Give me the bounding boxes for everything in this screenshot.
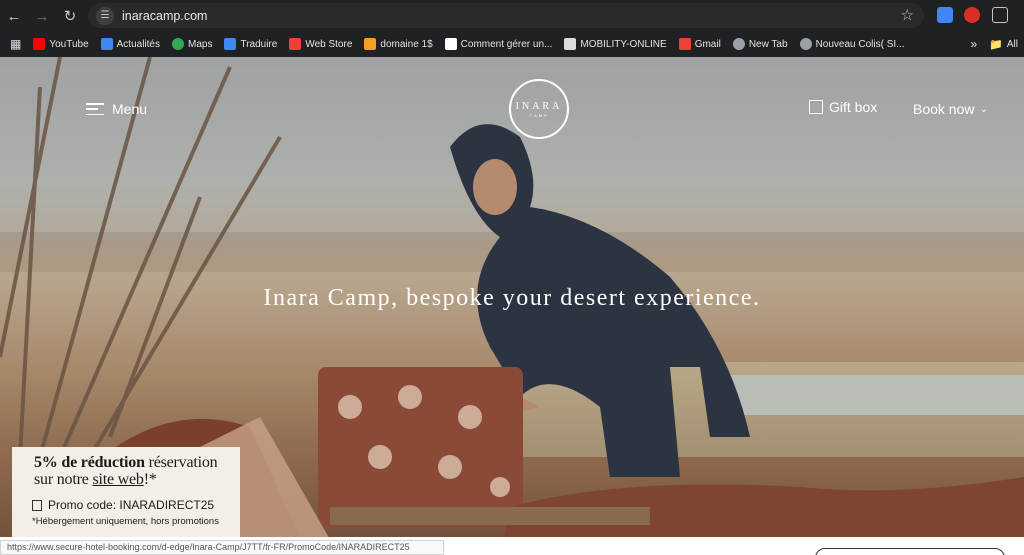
address-bar[interactable]: ☰ inaracamp.com ☆ bbox=[88, 3, 924, 28]
bookmark-star-icon[interactable]: ☆ bbox=[901, 6, 914, 24]
gift-box-label: Gift box bbox=[829, 99, 878, 115]
book-now-dropdown[interactable]: Book now ⌄ bbox=[913, 101, 988, 117]
bookmark-mobility-online[interactable]: MOBILITY-ONLINE bbox=[558, 38, 672, 50]
gmail-icon bbox=[678, 38, 691, 50]
bookmark-new-tab[interactable]: New Tab bbox=[727, 38, 794, 50]
promo-note: *Hébergement uniquement, hors promotions bbox=[32, 516, 219, 527]
logo-subtext: CAMP bbox=[529, 112, 549, 118]
gift-icon bbox=[809, 100, 823, 114]
promo-text-3: !* bbox=[143, 471, 157, 488]
bookmark-comment-gerer[interactable]: Comment gérer un... bbox=[439, 38, 559, 50]
notion-icon bbox=[444, 38, 457, 50]
site-info-icon[interactable]: ☰ bbox=[96, 6, 114, 25]
bookmark-youtube[interactable]: YouTube bbox=[27, 38, 94, 50]
partial-button[interactable] bbox=[815, 548, 1005, 555]
hero-headline: Inara Camp, bespoke your desert experien… bbox=[263, 285, 761, 311]
promo-code: Promo code: INARADIRECT25 bbox=[48, 498, 215, 512]
promo-title: 5% de réduction réservation sur notre si… bbox=[34, 454, 240, 488]
bookmark-gmail[interactable]: Gmail bbox=[673, 38, 727, 50]
hero-section: Menu INARA CAMP Gift box Book now ⌄ Inar… bbox=[0, 57, 1024, 555]
globe-icon bbox=[799, 38, 812, 50]
bookmarks-bar: ▦ YouTube Actualités Maps Traduire Web S… bbox=[0, 32, 1024, 56]
promo-text-2: sur notre bbox=[34, 471, 93, 488]
news-icon bbox=[100, 38, 113, 50]
copy-icon[interactable] bbox=[32, 499, 42, 511]
extension-icon[interactable] bbox=[964, 7, 980, 23]
bookmark-maps[interactable]: Maps bbox=[166, 38, 218, 50]
chevron-down-icon: ⌄ bbox=[979, 103, 988, 115]
promo-discount: 5% de réduction bbox=[34, 454, 145, 471]
bookmark-actualites[interactable]: Actualités bbox=[95, 38, 166, 50]
inara-logo[interactable]: INARA CAMP bbox=[509, 79, 569, 139]
url-text[interactable]: inaracamp.com bbox=[122, 9, 207, 23]
hamburger-icon bbox=[86, 103, 104, 115]
bookmark-domaine[interactable]: domaine 1$ bbox=[358, 38, 438, 50]
promo-code-row: Promo code: INARADIRECT25 bbox=[32, 498, 240, 512]
back-icon[interactable]: ← bbox=[0, 2, 28, 30]
domaine-icon bbox=[364, 38, 377, 50]
all-bookmarks-folder[interactable]: 📁 All bbox=[983, 38, 1024, 51]
maps-icon bbox=[172, 38, 184, 50]
apps-icon[interactable]: ▦ bbox=[0, 37, 27, 51]
translate-extension-icon[interactable] bbox=[937, 7, 953, 23]
promo-text-1: réservation bbox=[144, 454, 218, 471]
youtube-icon bbox=[33, 38, 46, 50]
bookmark-nouveau-colis[interactable]: Nouveau Colis( SI... bbox=[794, 38, 911, 50]
translate-icon bbox=[224, 38, 237, 50]
folder-icon: 📁 bbox=[989, 38, 1003, 51]
book-now-label: Book now bbox=[913, 101, 975, 117]
bookmark-web-store[interactable]: Web Store bbox=[283, 38, 358, 50]
browser-toolbar: ← → ↻ ☰ inaracamp.com ☆ bbox=[0, 0, 1024, 32]
menu-label: Menu bbox=[112, 101, 148, 117]
menu-button[interactable]: Menu bbox=[86, 101, 147, 117]
gift-box-link[interactable]: Gift box bbox=[809, 99, 877, 115]
promo-banner[interactable]: 5% de réduction réservation sur notre si… bbox=[12, 447, 240, 539]
page-icon bbox=[564, 38, 577, 50]
forward-icon[interactable]: → bbox=[28, 2, 56, 30]
status-bar-url: https://www.secure-hotel-booking.com/d-e… bbox=[0, 540, 444, 555]
logo-text: INARA bbox=[515, 100, 563, 112]
more-bookmarks-button[interactable]: » bbox=[964, 37, 983, 51]
bookmark-traduire[interactable]: Traduire bbox=[218, 38, 283, 50]
web-store-icon bbox=[289, 38, 302, 50]
promo-site-link[interactable]: site web bbox=[92, 471, 143, 488]
puzzle-extensions-icon[interactable] bbox=[992, 7, 1008, 23]
reload-icon[interactable]: ↻ bbox=[56, 2, 84, 30]
globe-icon bbox=[732, 38, 745, 50]
